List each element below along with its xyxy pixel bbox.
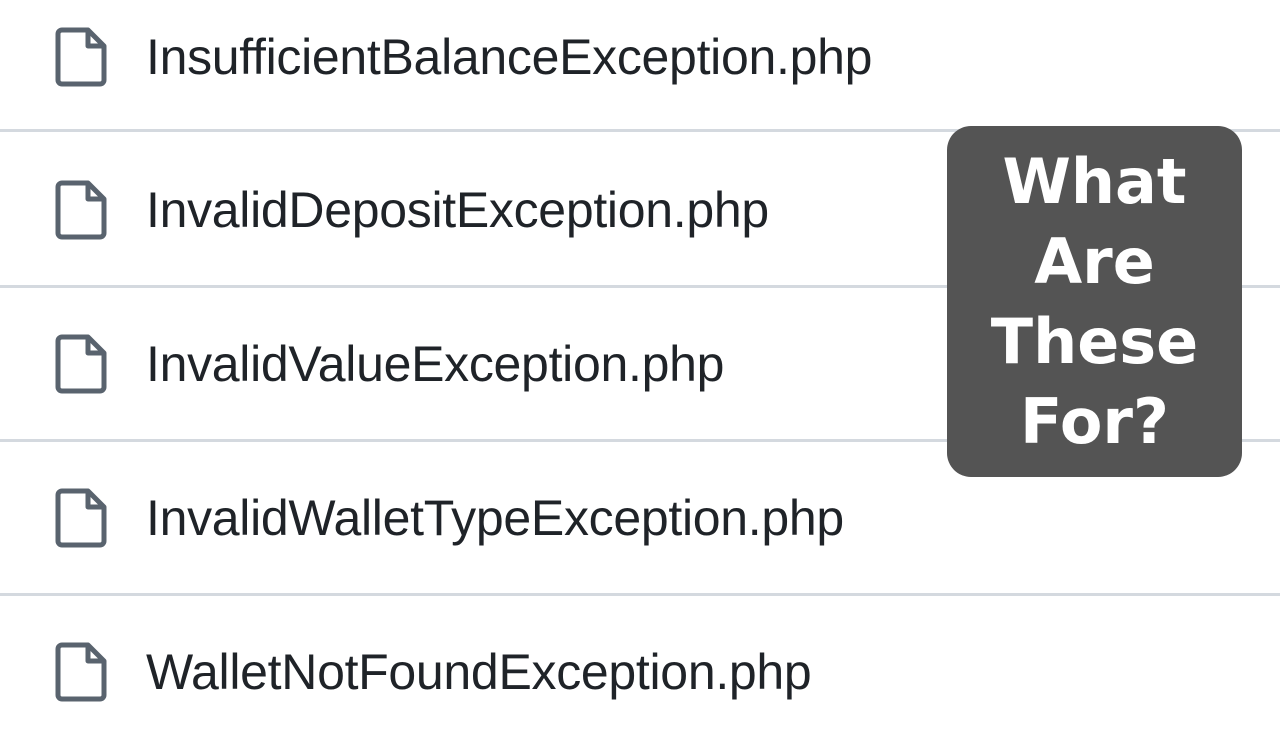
file-row[interactable]: WalletNotFoundException.php — [0, 597, 1280, 750]
file-name[interactable]: InvalidDepositException.php — [146, 180, 769, 240]
file-icon — [55, 180, 107, 240]
file-name[interactable]: InvalidWalletTypeException.php — [146, 488, 844, 548]
file-row[interactable]: InsufficientBalanceException.php — [0, 0, 1280, 132]
overlay-caption-card: What Are These For? — [947, 126, 1242, 477]
file-icon — [55, 642, 107, 702]
file-name[interactable]: WalletNotFoundException.php — [146, 642, 812, 702]
overlay-caption-line: These — [990, 304, 1199, 378]
row-divider — [0, 593, 1280, 596]
file-name[interactable]: InvalidValueException.php — [146, 334, 724, 394]
file-icon — [55, 488, 107, 548]
overlay-caption-line: Are — [1034, 224, 1155, 298]
file-icon — [55, 27, 107, 87]
file-name[interactable]: InsufficientBalanceException.php — [146, 27, 872, 87]
overlay-caption-line: What — [1002, 144, 1187, 218]
overlay-caption-line: For? — [1020, 384, 1169, 458]
file-icon — [55, 334, 107, 394]
